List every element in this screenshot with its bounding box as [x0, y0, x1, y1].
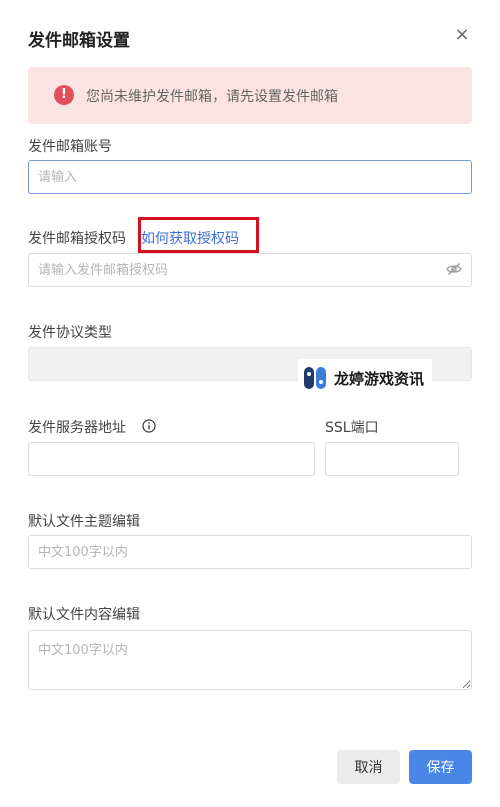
- default-subject-input[interactable]: [28, 535, 472, 569]
- ssl-port-input[interactable]: [325, 442, 459, 476]
- account-input[interactable]: [28, 160, 472, 194]
- warning-alert: ! 您尚未维护发件邮箱，请先设置发件邮箱: [28, 67, 472, 124]
- alert-message: 您尚未维护发件邮箱，请先设置发件邮箱: [86, 89, 338, 105]
- eye-off-icon[interactable]: [446, 261, 462, 277]
- protocol-label: 发件协议类型: [28, 325, 112, 341]
- default-subject-label: 默认文件主题编辑: [28, 514, 140, 530]
- account-label: 发件邮箱账号: [28, 139, 112, 155]
- watermark: 龙婷游戏资讯: [298, 359, 433, 397]
- auth-code-input[interactable]: [28, 253, 472, 287]
- watermark-text: 龙婷游戏资讯: [334, 369, 425, 388]
- ssl-port-label: SSL端口: [325, 420, 379, 436]
- exclamation-circle-icon: !: [54, 85, 74, 105]
- info-icon[interactable]: [142, 419, 156, 433]
- close-icon[interactable]: ×: [451, 24, 473, 46]
- server-label: 发件服务器地址: [28, 420, 126, 436]
- default-content-label: 默认文件内容编辑: [28, 607, 140, 623]
- dialog-title: 发件邮箱设置: [28, 31, 130, 51]
- highlight-box: [138, 217, 259, 253]
- game-controller-icon: [304, 367, 326, 389]
- save-button[interactable]: 保存: [409, 750, 472, 784]
- default-content-textarea[interactable]: [28, 630, 472, 690]
- auth-code-label: 发件邮箱授权码: [28, 231, 126, 247]
- cancel-button[interactable]: 取消: [337, 750, 400, 784]
- server-input[interactable]: [28, 442, 315, 476]
